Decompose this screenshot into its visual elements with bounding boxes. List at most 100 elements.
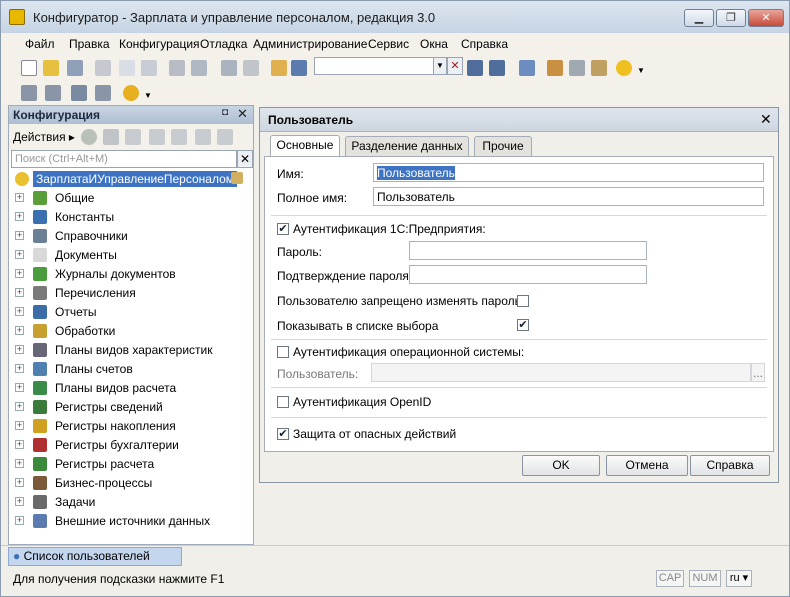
find-next-icon[interactable] bbox=[467, 60, 483, 76]
expand-icon[interactable]: + bbox=[15, 459, 24, 468]
danger-protection-checkbox[interactable]: ✔ bbox=[277, 428, 289, 440]
tree-item[interactable]: + Журналы документов bbox=[9, 265, 253, 284]
save-icon[interactable] bbox=[67, 60, 83, 76]
windows-icon[interactable] bbox=[519, 60, 535, 76]
menu-edit[interactable]: Правка bbox=[69, 37, 110, 51]
os-user-field[interactable] bbox=[371, 363, 751, 382]
book-icon[interactable] bbox=[591, 60, 607, 76]
menu-windows[interactable]: Окна bbox=[420, 37, 448, 51]
paste-icon[interactable] bbox=[141, 60, 157, 76]
expand-icon[interactable]: + bbox=[15, 516, 24, 525]
expand-icon[interactable]: + bbox=[15, 193, 24, 202]
tree-item[interactable]: + Справочники bbox=[9, 227, 253, 246]
expand-icon[interactable]: + bbox=[15, 307, 24, 316]
edit-icon[interactable] bbox=[103, 129, 119, 145]
find-icon[interactable] bbox=[291, 60, 307, 76]
expand-icon[interactable]: + bbox=[15, 326, 24, 335]
maximize-button[interactable]: ❐ bbox=[716, 9, 746, 27]
menu-service[interactable]: Сервис bbox=[368, 37, 409, 51]
os-user-select-button[interactable]: ... bbox=[751, 363, 765, 382]
move-up-icon[interactable] bbox=[171, 129, 187, 145]
expand-icon[interactable]: + bbox=[15, 364, 24, 373]
expand-icon[interactable]: + bbox=[15, 250, 24, 259]
copy-icon[interactable] bbox=[119, 60, 135, 76]
expand-icon[interactable]: + bbox=[15, 288, 24, 297]
tree-item[interactable]: + Константы bbox=[9, 208, 253, 227]
expand-icon[interactable]: + bbox=[15, 478, 24, 487]
info-icon[interactable] bbox=[616, 60, 632, 76]
tab-data-separation[interactable]: Разделение данных bbox=[345, 136, 469, 157]
config-db-icon[interactable] bbox=[45, 85, 61, 101]
actions-menu-button[interactable]: Действия ▸ bbox=[13, 130, 75, 144]
fullname-field[interactable]: Пользователь bbox=[373, 187, 764, 206]
run-more-icon[interactable]: ▼ bbox=[144, 91, 152, 100]
help-button[interactable]: Справка bbox=[690, 455, 770, 476]
openid-checkbox[interactable] bbox=[277, 396, 289, 408]
expand-icon[interactable]: + bbox=[15, 421, 24, 430]
tree-item[interactable]: + Планы видов расчета bbox=[9, 379, 253, 398]
configuration-search-input[interactable]: Поиск (Ctrl+Alt+M) bbox=[11, 150, 237, 168]
tree-item[interactable]: + Планы счетов bbox=[9, 360, 253, 379]
expand-icon[interactable]: + bbox=[15, 212, 24, 221]
search-syntax-icon[interactable] bbox=[569, 60, 585, 76]
tree-item[interactable]: + Перечисления bbox=[9, 284, 253, 303]
open-icon[interactable] bbox=[43, 60, 59, 76]
taskbar-users-list[interactable]: ● Список пользователей bbox=[8, 547, 182, 566]
find-previous-icon[interactable] bbox=[489, 60, 505, 76]
minimize-button[interactable]: ▁ bbox=[684, 9, 714, 27]
name-field[interactable]: Пользователь bbox=[373, 163, 764, 182]
move-down-icon[interactable] bbox=[195, 129, 211, 145]
user-icon[interactable] bbox=[547, 60, 563, 76]
tree-item[interactable]: + Бизнес-процессы bbox=[9, 474, 253, 493]
menu-administration[interactable]: Администрирование bbox=[253, 37, 367, 51]
toolbar-search-clear-icon[interactable]: ✕ bbox=[447, 57, 463, 75]
expand-icon[interactable]: + bbox=[15, 345, 24, 354]
tree-item[interactable]: + Общие bbox=[9, 189, 253, 208]
tree-item[interactable]: + Обработки bbox=[9, 322, 253, 341]
copy-item-icon[interactable] bbox=[125, 129, 141, 145]
menu-configuration[interactable]: Конфигурация bbox=[119, 37, 200, 51]
tree-root[interactable]: ЗарплатаИУправлениеПерсоналом bbox=[9, 170, 253, 189]
auth-1c-checkbox[interactable]: ✔ bbox=[277, 223, 289, 235]
tree-item[interactable]: + Регистры бухгалтерии bbox=[9, 436, 253, 455]
cut-icon[interactable] bbox=[95, 60, 111, 76]
menu-file[interactable]: Файл bbox=[25, 37, 55, 51]
tab-main[interactable]: Основные bbox=[270, 135, 340, 158]
tree-item[interactable]: + Документы bbox=[9, 246, 253, 265]
menu-debug[interactable]: Отладка bbox=[200, 37, 247, 51]
expand-icon[interactable]: + bbox=[15, 269, 24, 278]
menu-help[interactable]: Справка bbox=[461, 37, 508, 51]
expand-icon[interactable]: + bbox=[15, 402, 24, 411]
new-icon[interactable] bbox=[21, 60, 37, 76]
tree-item[interactable]: + Регистры сведений bbox=[9, 398, 253, 417]
undo-icon[interactable] bbox=[221, 60, 237, 76]
config-open-icon[interactable] bbox=[21, 85, 37, 101]
close-button[interactable]: ✕ bbox=[748, 9, 784, 27]
tab-other[interactable]: Прочие bbox=[474, 136, 532, 157]
toolbar-search-dropdown-icon[interactable]: ▼ bbox=[433, 57, 447, 75]
compare-icon[interactable] bbox=[71, 85, 87, 101]
find-in-folder-icon[interactable] bbox=[271, 60, 287, 76]
tree-item[interactable]: + Отчеты bbox=[9, 303, 253, 322]
print-icon[interactable] bbox=[169, 60, 185, 76]
properties-icon[interactable] bbox=[217, 129, 233, 145]
user-dialog-close-icon[interactable]: ✕ bbox=[760, 111, 772, 128]
expand-icon[interactable]: + bbox=[15, 231, 24, 240]
print-preview-icon[interactable] bbox=[191, 60, 207, 76]
password-field[interactable] bbox=[409, 241, 647, 260]
expand-icon[interactable]: + bbox=[15, 497, 24, 506]
delete-icon[interactable] bbox=[149, 129, 165, 145]
ok-button[interactable]: OK bbox=[522, 455, 600, 476]
toolbar-search-input[interactable] bbox=[314, 57, 434, 75]
tree-item[interactable]: + Регистры расчета bbox=[9, 455, 253, 474]
language-selector[interactable]: ru ▾ bbox=[726, 570, 752, 587]
toolbar-more-icon[interactable]: ▼ bbox=[637, 66, 645, 75]
configuration-search-clear-icon[interactable]: ✕ bbox=[237, 150, 253, 168]
os-auth-checkbox[interactable] bbox=[277, 346, 289, 358]
expand-icon[interactable]: + bbox=[15, 383, 24, 392]
expand-icon[interactable]: + bbox=[15, 440, 24, 449]
tree-item[interactable]: + Планы видов характеристик bbox=[9, 341, 253, 360]
tree-item[interactable]: + Регистры накопления bbox=[9, 417, 253, 436]
password-confirm-field[interactable] bbox=[409, 265, 647, 284]
tree-item[interactable]: + Задачи bbox=[9, 493, 253, 512]
